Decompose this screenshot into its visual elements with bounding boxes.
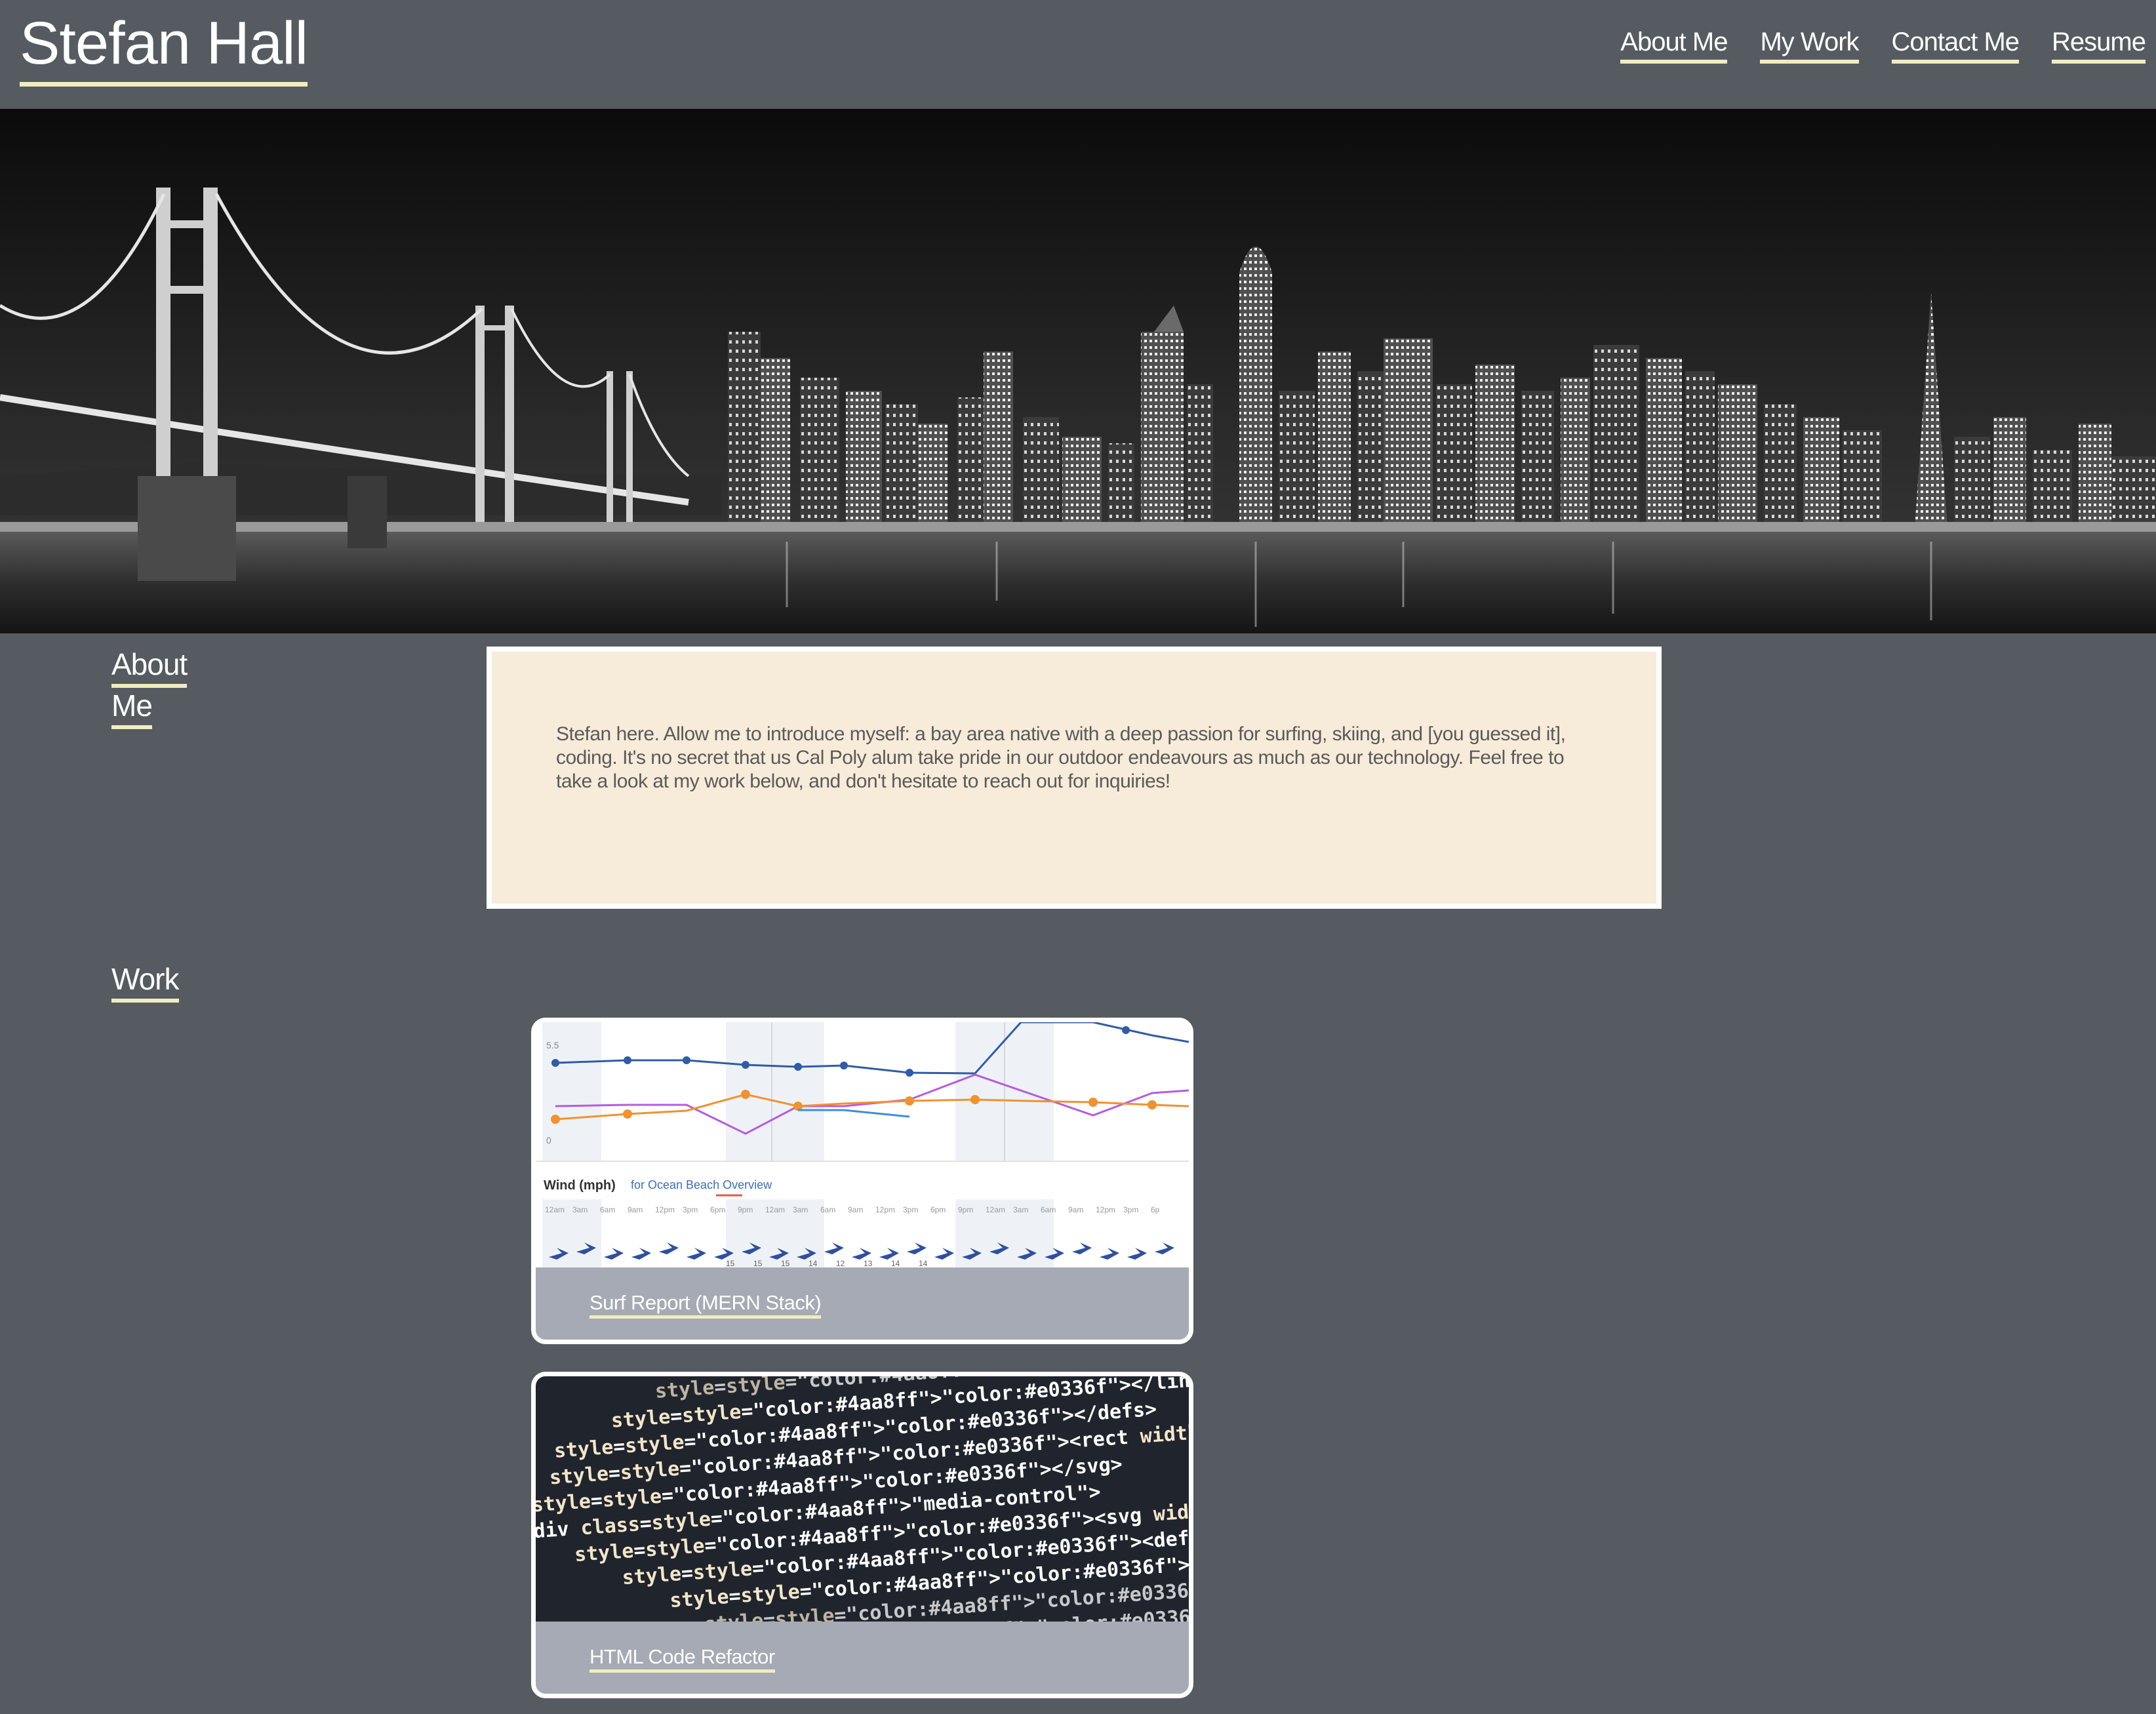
- wind-time-label: 3am: [1013, 1205, 1028, 1214]
- surf-report-caption[interactable]: Surf Report (MERN Stack): [589, 1291, 822, 1319]
- wind-arrow: [824, 1243, 844, 1254]
- wind-arrow: [879, 1248, 899, 1260]
- wind-time-label: 9am: [628, 1205, 643, 1214]
- wind-speed-value: 14: [919, 1259, 928, 1267]
- about-heading-line-2: Me: [111, 688, 153, 730]
- wind-arrow: [1155, 1243, 1174, 1254]
- wind-arrow: [934, 1248, 954, 1260]
- html-refactor-caption[interactable]: HTML Code Refactor: [589, 1645, 775, 1673]
- wind-subtitle: for Ocean Beach Overview: [631, 1178, 772, 1191]
- wind-time-label: 12pm: [655, 1205, 675, 1214]
- surf-y-bottom-label: 0: [546, 1135, 551, 1146]
- work-heading-label: Work: [111, 961, 179, 1003]
- wind-arrow: [852, 1248, 871, 1260]
- wind-time-label: 9am: [848, 1205, 863, 1214]
- project-card-html-refactor[interactable]: style=style="color:#4aa8ff">"color:#e033…: [531, 1372, 1193, 1698]
- wind-time-label: 9am: [1068, 1205, 1083, 1214]
- wind-arrow: [631, 1248, 651, 1260]
- wind-time-label: 6am: [600, 1205, 615, 1214]
- wind-time-label: 6pm: [930, 1205, 946, 1214]
- wind-time-label: 3pm: [1123, 1205, 1138, 1214]
- about-heading: About Me: [111, 647, 188, 730]
- wind-time-label: 9pm: [738, 1205, 753, 1214]
- site-title[interactable]: Stefan Hall: [20, 12, 308, 87]
- about-card: Stefan here. Allow me to introduce mysel…: [487, 647, 1662, 909]
- wind-time-label: 3pm: [903, 1205, 918, 1214]
- wind-speed-value: 15: [781, 1259, 790, 1267]
- project-card-surf-report[interactable]: 5.5 0 Wind (mph) for Ocean Beach Overvie…: [531, 1018, 1193, 1344]
- wind-time-label: 12pm: [875, 1205, 895, 1214]
- wind-arrow: [1072, 1243, 1092, 1254]
- surf-chart-screenshot: 5.5 0 Wind (mph) for Ocean Beach Overvie…: [536, 1022, 1189, 1267]
- nav-contact-me[interactable]: Contact Me: [1891, 28, 2020, 64]
- wind-speed-value: 13: [864, 1259, 873, 1267]
- wind-time-label: 6am: [1041, 1205, 1056, 1214]
- wind-speed-value: 12: [836, 1259, 845, 1267]
- wind-time-label: 6p: [1151, 1205, 1160, 1214]
- wind-time-label: 3am: [793, 1205, 808, 1214]
- surf-report-link[interactable]: Surf Report (MERN Stack): [589, 1291, 822, 1319]
- wind-arrows: 15 15 15 14 12 13 14 14: [549, 1243, 1174, 1267]
- surf-report-thumbnail[interactable]: 5.5 0 Wind (mph) for Ocean Beach Overvie…: [536, 1022, 1189, 1267]
- surf-y-top-label: 5.5: [546, 1040, 559, 1050]
- wind-time-label: 9pm: [958, 1205, 973, 1214]
- wind-speed-value: 14: [891, 1259, 900, 1267]
- wind-arrow: [1127, 1248, 1147, 1260]
- about-heading-line-1: About: [111, 647, 188, 688]
- wind-time-labels: 12am 3am 6am 9am 12pm 3pm 6pm 9pm 12am 3am 6am 9am 1…: [545, 1205, 1160, 1214]
- html-refactor-link[interactable]: HTML Code Refactor: [589, 1645, 775, 1673]
- wind-arrow: [907, 1243, 927, 1254]
- wind-speed-value: 15: [726, 1259, 735, 1267]
- site-header: Stefan Hall About Me My Work Contact Me …: [0, 0, 2156, 109]
- wind-arrow: [604, 1248, 624, 1260]
- nav-about-me[interactable]: About Me: [1620, 28, 1728, 64]
- wind-time-label: 12am: [986, 1205, 1005, 1214]
- wind-arrow: [1100, 1248, 1119, 1260]
- skyline-illustration: [0, 109, 2156, 633]
- wind-speed-value: 15: [753, 1259, 763, 1267]
- main-nav: About Me My Work Contact Me Resume: [1620, 28, 2146, 64]
- code-screenshot: style=style="color:#4aa8ff">"color:#e033…: [536, 1376, 1189, 1622]
- hero-skyline-image: [0, 109, 2156, 633]
- wind-time-label: 12am: [765, 1205, 785, 1214]
- wind-time-label: 3am: [572, 1205, 588, 1214]
- nav-resume[interactable]: Resume: [2052, 28, 2146, 64]
- wind-time-label: 12pm: [1096, 1205, 1115, 1214]
- about-text: Stefan here. Allow me to introduce mysel…: [556, 723, 1566, 792]
- wind-arrow: [687, 1248, 706, 1260]
- wind-arrow: [659, 1243, 679, 1254]
- html-refactor-thumbnail[interactable]: style=style="color:#4aa8ff">"color:#e033…: [536, 1376, 1189, 1622]
- wind-speed-value: 14: [808, 1259, 818, 1267]
- work-heading: Work: [111, 961, 179, 1003]
- nav-my-work[interactable]: My Work: [1760, 28, 1860, 64]
- wind-time-label: 6am: [820, 1205, 835, 1214]
- wind-time-label: 12am: [545, 1205, 565, 1214]
- wind-title: Wind (mph): [544, 1178, 616, 1193]
- wind-time-label: 3pm: [683, 1205, 698, 1214]
- wind-time-label: 6pm: [710, 1205, 725, 1214]
